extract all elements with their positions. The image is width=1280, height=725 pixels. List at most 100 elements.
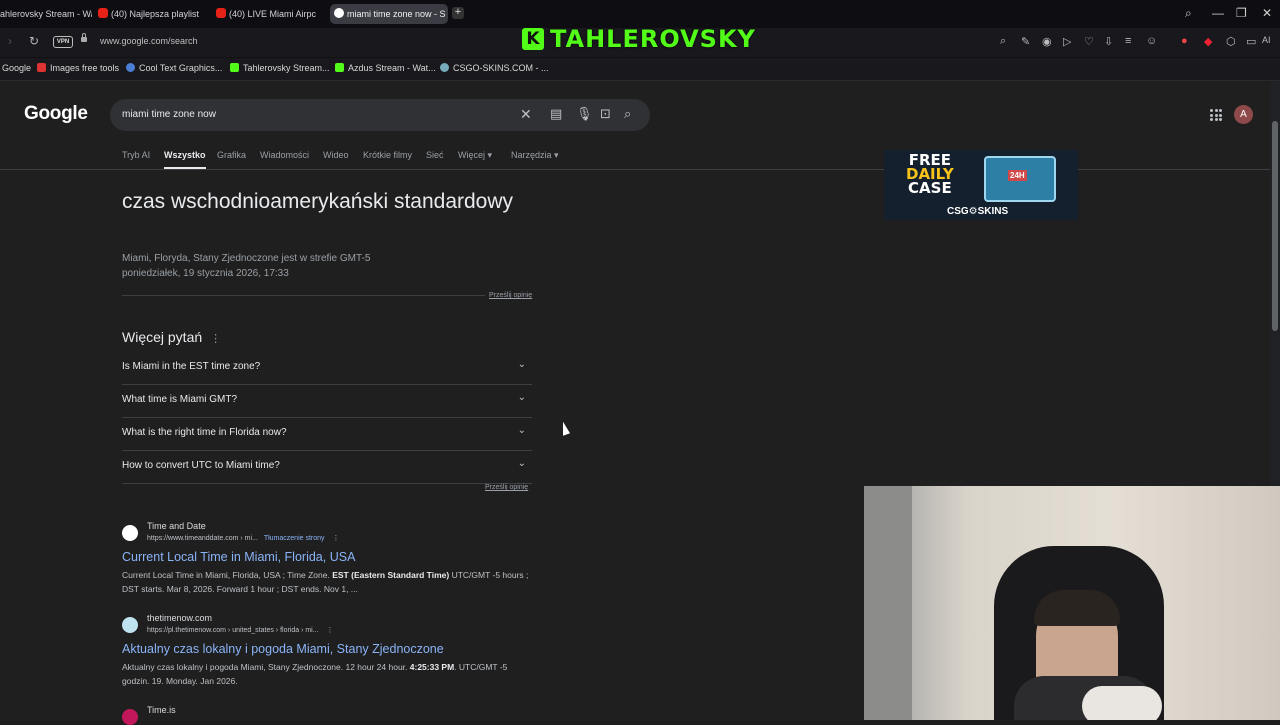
result-url-text: https://pl.thetimenow.com › united_state… xyxy=(147,627,319,634)
divider xyxy=(122,295,532,296)
csgo-skins-ad-banner[interactable]: FREE DAILY CASE CSG⚙SKINS xyxy=(884,150,1078,220)
sidebar-icon[interactable]: ▭ xyxy=(1246,35,1256,48)
result-url-text: https://www.timeanddate.com › mi... xyxy=(147,535,258,542)
bookmark-cool-text-graphics[interactable]: Cool Text Graphics... xyxy=(126,63,222,73)
youtube-icon xyxy=(216,8,226,18)
tab-news[interactable]: Wiadomości xyxy=(260,150,309,160)
avatar[interactable]: A xyxy=(1234,105,1253,124)
timezone-answer-title: czas wschodnioamerykański standardowy xyxy=(122,190,514,213)
tab-short-videos[interactable]: Krótkie filmy xyxy=(363,150,412,160)
lens-icon[interactable]: ⊡ xyxy=(600,106,611,122)
result-url[interactable]: https://www.timeanddate.com › mi... Tłum… xyxy=(147,534,339,542)
search-box[interactable]: miami time zone now ✕ ▤ 🎙 ⊡ ⌕ xyxy=(110,99,650,131)
result-title-link[interactable]: Current Local Time in Miami, Florida, US… xyxy=(122,550,355,564)
search-icon[interactable]: ⌕ xyxy=(624,106,631,122)
microphone-icon[interactable]: 🎙 xyxy=(576,106,593,122)
faq-item[interactable]: How to convert UTC to Miami time? ⌄ xyxy=(122,450,532,484)
chevron-down-icon[interactable]: ⌄ xyxy=(518,458,526,469)
play-icon[interactable]: ▷ xyxy=(1063,35,1071,48)
chevron-down-icon[interactable]: ⌄ xyxy=(518,425,526,436)
faq-item[interactable]: Is Miami in the EST time zone? ⌄ xyxy=(122,351,532,385)
ai-button[interactable]: AI xyxy=(1262,35,1271,45)
more-options-icon[interactable]: ⋮ xyxy=(332,535,339,542)
faq-question: How to convert UTC to Miami time? xyxy=(122,460,280,471)
kick-icon xyxy=(335,63,344,72)
google-logo[interactable]: Google xyxy=(24,103,88,125)
extension-icon[interactable]: ◆ xyxy=(1204,35,1212,48)
profile-icon[interactable]: ☺ xyxy=(1146,35,1157,47)
keyboard-icon[interactable]: ▤ xyxy=(550,106,562,122)
tab-najlepsza-playlist[interactable]: (40) Najlepsza playlist xyxy=(98,4,208,24)
tab-tools[interactable]: Narzędzia ▾ xyxy=(511,150,559,161)
result-site-name[interactable]: thetimenow.com xyxy=(147,613,212,623)
bookmark-azdus-stream[interactable]: Azdus Stream - Wat... xyxy=(335,63,436,73)
search-input[interactable]: miami time zone now xyxy=(122,109,216,120)
bookmarks-bar: Google Images free tools Cool Text Graph… xyxy=(0,58,1280,81)
tab-label: (40) LIVE Miami Airpc xyxy=(229,9,317,19)
address-field[interactable]: www.google.com/search xyxy=(100,36,198,46)
chevron-down-icon[interactable]: ⌄ xyxy=(518,392,526,403)
feedback-link[interactable]: Prześlij opinię xyxy=(485,292,533,299)
translate-link[interactable]: Tłumaczenie strony xyxy=(264,535,325,542)
tab-all[interactable]: Wszystko xyxy=(164,150,206,169)
result-site-name[interactable]: Time and Date xyxy=(147,521,206,531)
timeanddate-favicon xyxy=(122,525,138,541)
case-image xyxy=(984,156,1056,202)
bookmark-label: Azdus Stream - Wat... xyxy=(348,63,436,73)
scrollbar-thumb[interactable] xyxy=(1272,121,1278,331)
tab-live-miami-airport[interactable]: (40) LIVE Miami Airpc xyxy=(216,4,326,24)
download-icon[interactable]: ⇩ xyxy=(1104,35,1113,48)
result-snippet: Current Local Time in Miami, Florida, US… xyxy=(122,568,532,596)
more-options-icon[interactable]: ⋮ xyxy=(327,627,334,634)
tab-images[interactable]: Grafika xyxy=(217,150,246,160)
forward-icon[interactable]: › xyxy=(8,34,12,48)
camera-icon[interactable]: ◉ xyxy=(1042,35,1052,48)
close-window-icon[interactable]: ✕ xyxy=(1262,6,1272,20)
tab-ai-mode[interactable]: Tryb AI xyxy=(122,150,150,160)
timezone-datetime: poniedziałek, 19 stycznia 2026, 17:33 xyxy=(122,268,289,279)
search-result: Time and Date https://www.timeanddate.co… xyxy=(122,521,542,601)
tab-web[interactable]: Sieć xyxy=(426,150,444,160)
menu-icon[interactable]: ≡ xyxy=(1125,35,1131,47)
chevron-down-icon[interactable]: ⌄ xyxy=(518,359,526,370)
minimize-icon[interactable]: — xyxy=(1212,6,1224,20)
tab-label: Więcej xyxy=(458,150,486,160)
search-page-icon[interactable]: ⌕ xyxy=(1000,35,1006,48)
bookmark-images-free-tools[interactable]: Images free tools xyxy=(37,63,119,73)
timezone-location: Miami, Floryda, Stany Zjednoczone jest w… xyxy=(122,253,371,264)
bookmark-google[interactable]: Google xyxy=(2,63,31,73)
search-tabs-icon[interactable]: ⌕ xyxy=(1185,6,1192,21)
mouse-cursor-icon xyxy=(563,421,570,439)
tab-videos[interactable]: Wideo xyxy=(323,150,349,160)
tab-more[interactable]: Więcej ▾ xyxy=(458,150,492,161)
reload-icon[interactable]: ↻ xyxy=(29,34,39,48)
heart-icon[interactable]: ♡ xyxy=(1084,35,1094,48)
tab-tahlerovsky-stream[interactable]: ahlerovsky Stream - Wat xyxy=(0,4,92,24)
clear-icon[interactable]: ✕ xyxy=(520,106,532,123)
feedback-link[interactable]: Prześlij opinię xyxy=(485,484,528,491)
faq-item[interactable]: What is the right time in Florida now? ⌄ xyxy=(122,417,532,451)
bookmark-label: Cool Text Graphics... xyxy=(139,63,223,73)
faq-item[interactable]: What time is Miami GMT? ⌄ xyxy=(122,384,532,418)
restore-icon[interactable]: ❐ xyxy=(1236,6,1247,20)
bookmark-csgo-skins[interactable]: CSGO-SKINS.COM - ... xyxy=(440,63,549,73)
faq-question: Is Miami in the EST time zone? xyxy=(122,361,261,372)
vpn-badge[interactable]: VPN xyxy=(53,36,73,48)
bookmark-tahlerovsky-stream[interactable]: Tahlerovsky Stream... xyxy=(230,63,330,73)
ublock-extension-icon[interactable]: ● xyxy=(1181,35,1188,47)
timeis-favicon xyxy=(122,709,138,725)
result-site-name[interactable]: Time.is xyxy=(147,705,176,715)
stream-overlay-logo: K TAHLEROVSKY xyxy=(522,25,756,53)
bookmark-label: Tahlerovsky Stream... xyxy=(243,63,330,73)
tab-miami-time-zone[interactable]: miami time zone now - S xyxy=(330,4,448,24)
new-tab-button[interactable]: + xyxy=(452,7,464,19)
google-apps-icon[interactable] xyxy=(1210,109,1222,121)
extensions-icon[interactable]: ⬡ xyxy=(1226,35,1236,48)
ad-headline: FREE DAILY CASE xyxy=(906,153,954,196)
tab-label: (40) Najlepsza playlist xyxy=(111,9,200,19)
result-title-link[interactable]: Aktualny czas lokalny i pogoda Miami, St… xyxy=(122,642,444,656)
lock-icon[interactable] xyxy=(81,33,87,42)
edit-icon[interactable]: ✎ xyxy=(1021,35,1030,48)
more-options-icon[interactable]: ⋮ xyxy=(210,333,221,345)
result-url[interactable]: https://pl.thetimenow.com › united_state… xyxy=(147,626,334,634)
